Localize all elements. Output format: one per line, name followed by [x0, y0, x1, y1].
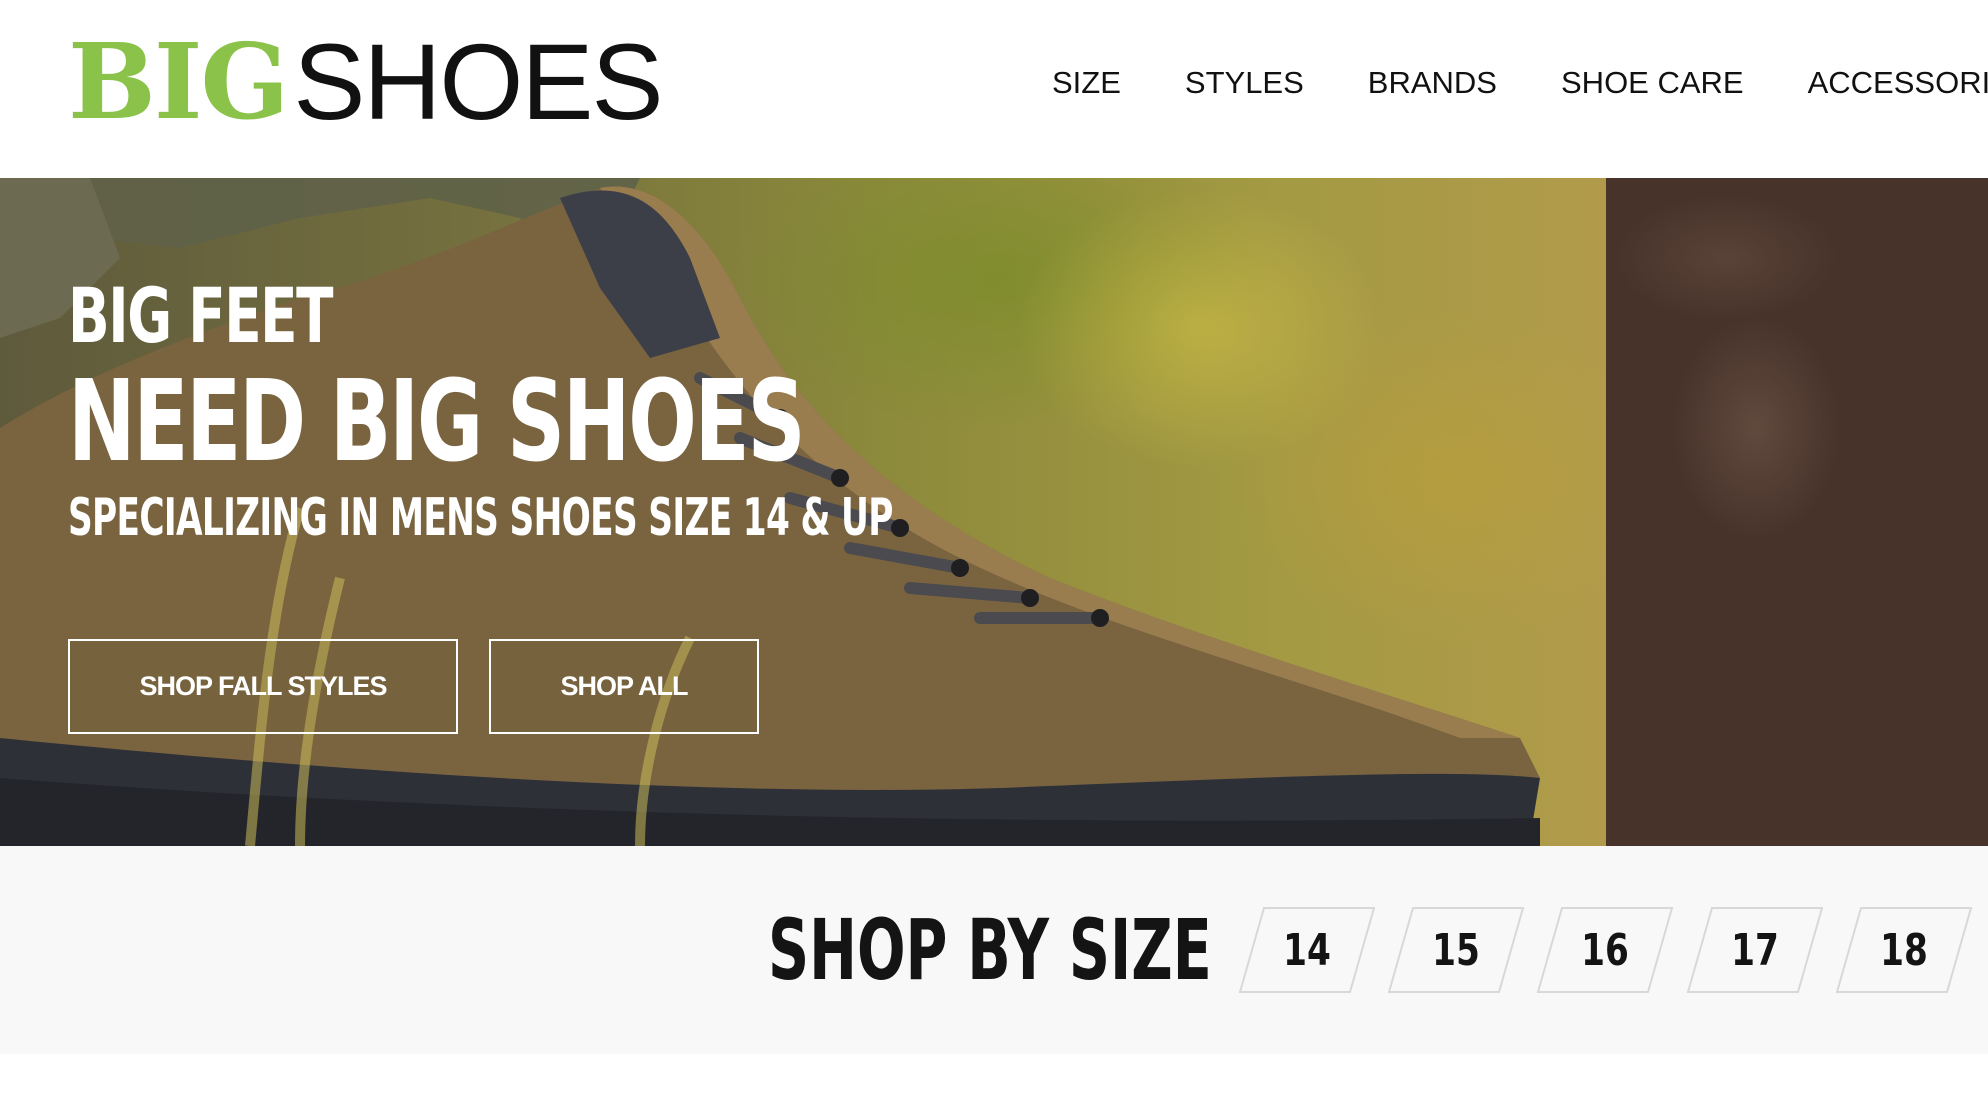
size-button-14[interactable]: 14	[1238, 906, 1376, 994]
size-label: 16	[1581, 924, 1629, 976]
shop-by-size-bar: SHOP BY SIZE 14 15 16 17 18	[0, 846, 1988, 1054]
size-label: 18	[1880, 924, 1928, 976]
logo-shoes-text: SHOES	[293, 21, 663, 142]
shop-fall-styles-button[interactable]: SHOP FALL STYLES	[68, 639, 458, 734]
hero-line-specializing: SPECIALIZING IN MENS SHOES SIZE 14 & UP	[68, 488, 893, 548]
shop-by-size-title: SHOP BY SIZE	[768, 901, 1212, 999]
size-label: 15	[1432, 924, 1480, 976]
main-nav: SIZE STYLES BRANDS SHOE CARE ACCESSORIES	[1052, 64, 1988, 101]
nav-item-brands[interactable]: BRANDS	[1368, 64, 1497, 101]
nav-item-accessories[interactable]: ACCESSORIES	[1808, 64, 1988, 101]
size-label: 14	[1283, 924, 1331, 976]
nav-item-shoe-care[interactable]: SHOE CARE	[1561, 64, 1744, 101]
size-label: 17	[1731, 924, 1779, 976]
shop-all-button[interactable]: SHOP ALL	[489, 639, 759, 734]
hero-line-big-feet: BIG FEET	[68, 271, 333, 360]
nav-item-styles[interactable]: STYLES	[1185, 64, 1304, 101]
size-button-17[interactable]: 17	[1686, 906, 1824, 994]
size-button-18[interactable]: 18	[1835, 906, 1973, 994]
hero-texture-panel	[1606, 178, 1988, 846]
size-button-15[interactable]: 15	[1387, 906, 1525, 994]
hero-line-need-big-shoes: NEED BIG SHOES	[68, 357, 806, 487]
size-button-16[interactable]: 16	[1536, 906, 1674, 994]
site-header: BIG SHOES SIZE STYLES BRANDS SHOE CARE A…	[0, 0, 1988, 178]
bigshoes-logo[interactable]: BIG SHOES	[68, 20, 663, 143]
hero-banner: BIG FEET NEED BIG SHOES SPECIALIZING IN …	[0, 178, 1988, 846]
logo-big-text: BIG	[68, 20, 289, 143]
nav-item-size[interactable]: SIZE	[1052, 64, 1121, 101]
hero-headline: BIG FEET NEED BIG SHOES SPECIALIZING IN …	[68, 271, 1318, 548]
